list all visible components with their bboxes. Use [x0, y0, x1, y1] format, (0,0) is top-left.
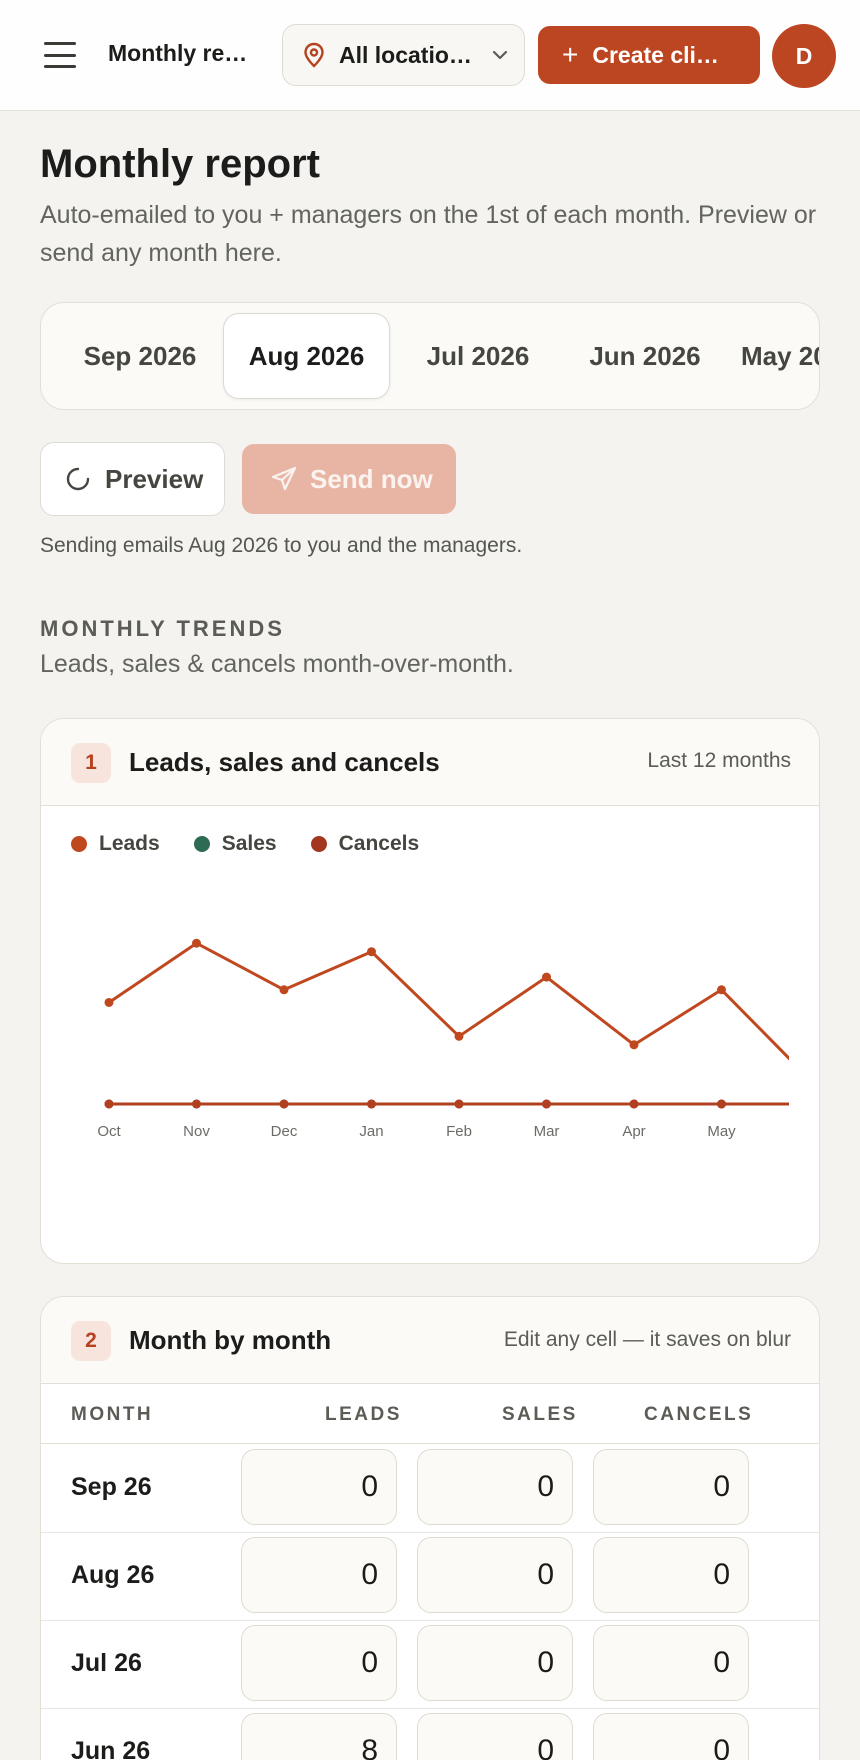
- legend-swatch-cancels: [310, 836, 327, 852]
- x-tick-label: May: [707, 1123, 736, 1140]
- legend-swatch-leads: [71, 836, 87, 852]
- data-point-leads: [367, 947, 376, 957]
- column-header-cancels: CANCELS: [644, 1404, 754, 1425]
- send-now-label: Send now: [310, 463, 433, 494]
- data-point-cancels: [454, 1099, 464, 1109]
- preview-button-label: Preview: [105, 463, 204, 494]
- sales-cell[interactable]: 0: [417, 1449, 573, 1525]
- location-select-value: All locatio…: [339, 41, 472, 68]
- map-pin-icon: [304, 42, 324, 68]
- row-month: Aug 26: [71, 1561, 155, 1589]
- cancels-cell[interactable]: 0: [593, 1713, 749, 1760]
- month-tabs: Sep 2026 Aug 2026 Jul 2026 Jun 2026 May …: [40, 302, 820, 410]
- table-row: Jun 26 8 0 0: [41, 1709, 819, 1760]
- send-icon: [271, 466, 297, 491]
- table-row: Jul 26 0 0 0: [41, 1621, 819, 1709]
- data-point-cancels: [192, 1099, 201, 1109]
- legend-item-leads: Leads: [71, 832, 160, 856]
- chart-card-title: Leads, sales and cancels: [129, 747, 440, 777]
- sales-cell[interactable]: 0: [417, 1625, 573, 1701]
- row-month: Jul 26: [71, 1649, 142, 1677]
- month-table-card: 2 Month by month Edit any cell — it save…: [40, 1296, 820, 1760]
- leads-cell[interactable]: 0: [241, 1449, 397, 1525]
- top-bar-title: Monthly rep…: [108, 40, 258, 66]
- data-point-leads: [192, 938, 201, 948]
- trends-heading: MONTHLY TRENDS: [40, 616, 285, 641]
- chart-legend: Leads Sales Cancels: [71, 832, 453, 856]
- create-client-label: Create cli…: [592, 41, 719, 68]
- table-row: Aug 26 0 0 0: [41, 1533, 819, 1621]
- preview-button[interactable]: Preview: [40, 442, 225, 516]
- create-client-button[interactable]: + Create cli…: [538, 26, 760, 84]
- series-line-leads: [108, 941, 789, 1061]
- page-subtitle: Auto-emailed to you + managers on the 1s…: [40, 201, 817, 267]
- data-point-cancels: [629, 1099, 639, 1109]
- avatar[interactable]: D: [772, 24, 836, 88]
- cancels-cell[interactable]: 0: [593, 1537, 749, 1613]
- card-number-badge: 1: [71, 743, 111, 783]
- data-point-leads: [104, 997, 114, 1007]
- data-point-leads: [454, 1031, 464, 1041]
- row-month: Jun 26: [71, 1737, 151, 1760]
- data-point-cancels: [104, 1099, 114, 1109]
- x-tick-label: Oct: [97, 1123, 121, 1140]
- data-point-leads: [717, 985, 726, 995]
- sales-cell[interactable]: 0: [417, 1713, 573, 1760]
- table-edit-hint: Edit any cell — it saves on blur: [503, 1328, 791, 1351]
- menu-icon[interactable]: [44, 42, 76, 68]
- column-header-sales: SALES: [502, 1404, 578, 1425]
- data-point-leads: [279, 985, 289, 995]
- trends-chart-card: 1 Leads, sales and cancels Last 12 month…: [40, 718, 820, 1264]
- tab-jul-2026[interactable]: Jul 2026: [403, 313, 553, 399]
- data-point-cancels: [542, 1099, 551, 1109]
- data-point-leads: [542, 972, 551, 982]
- location-select[interactable]: All locatio…: [282, 24, 525, 86]
- legend-item-cancels: Cancels: [310, 832, 420, 856]
- leads-cell[interactable]: 0: [241, 1537, 397, 1613]
- legend-label-sales: Sales: [221, 832, 277, 855]
- table-row: Sep 26 0 0 0: [41, 1445, 819, 1533]
- column-header-month: MONTH: [71, 1404, 154, 1425]
- data-point-cancels: [717, 1099, 726, 1109]
- chart-range-label: Last 12 months: [647, 749, 791, 772]
- legend-swatch-sales: [193, 836, 210, 852]
- row-month: Sep 26: [71, 1473, 152, 1501]
- cancels-cell[interactable]: 0: [593, 1449, 749, 1525]
- x-tick-label: Dec: [271, 1123, 298, 1140]
- send-now-button[interactable]: Send now: [242, 444, 456, 514]
- x-tick-label: Feb: [446, 1123, 472, 1140]
- data-point-cancels: [367, 1099, 376, 1109]
- data-point-cancels: [279, 1099, 289, 1109]
- send-note: Sending emails Aug 2026 to you and the m…: [40, 534, 523, 557]
- legend-label-leads: Leads: [99, 832, 160, 855]
- tab-may-2026[interactable]: May 2026: [731, 313, 819, 399]
- x-tick-label: Apr: [622, 1123, 645, 1140]
- trends-subtitle: Leads, sales & cancels month-over-month.: [40, 650, 514, 678]
- top-bar: Monthly rep… All locatio… + Create cli… …: [0, 0, 860, 111]
- tab-sep-2026[interactable]: Sep 2026: [59, 313, 221, 399]
- table-header: MONTH LEADS SALES CANCELS: [41, 1384, 819, 1444]
- loading-spinner-icon: [66, 467, 90, 491]
- tab-aug-2026[interactable]: Aug 2026: [223, 313, 390, 399]
- page-title: Monthly report: [40, 142, 320, 186]
- x-tick-label: Nov: [183, 1123, 210, 1140]
- card-number-badge: 2: [71, 1321, 111, 1361]
- table-card-title: Month by month: [129, 1325, 332, 1355]
- leads-cell[interactable]: 0: [241, 1625, 397, 1701]
- leads-cell[interactable]: 8: [241, 1713, 397, 1760]
- data-point-leads: [629, 1040, 639, 1050]
- x-tick-label: Mar: [534, 1123, 560, 1140]
- trend-line-chart: Oct Nov Dec Jan Feb Mar Apr May: [97, 938, 789, 1140]
- legend-item-sales: Sales: [193, 832, 277, 856]
- table-card-header: 2 Month by month Edit any cell — it save…: [41, 1297, 819, 1384]
- sales-cell[interactable]: 0: [417, 1537, 573, 1613]
- chart-card-header: 1 Leads, sales and cancels Last 12 month…: [41, 719, 819, 806]
- plus-icon: +: [562, 39, 579, 70]
- x-tick-label: Jan: [359, 1123, 383, 1140]
- cancels-cell[interactable]: 0: [593, 1625, 749, 1701]
- legend-label-cancels: Cancels: [338, 832, 420, 855]
- column-header-leads: LEADS: [325, 1404, 402, 1425]
- tab-jun-2026[interactable]: Jun 2026: [569, 313, 721, 399]
- chevron-down-icon: [492, 50, 508, 60]
